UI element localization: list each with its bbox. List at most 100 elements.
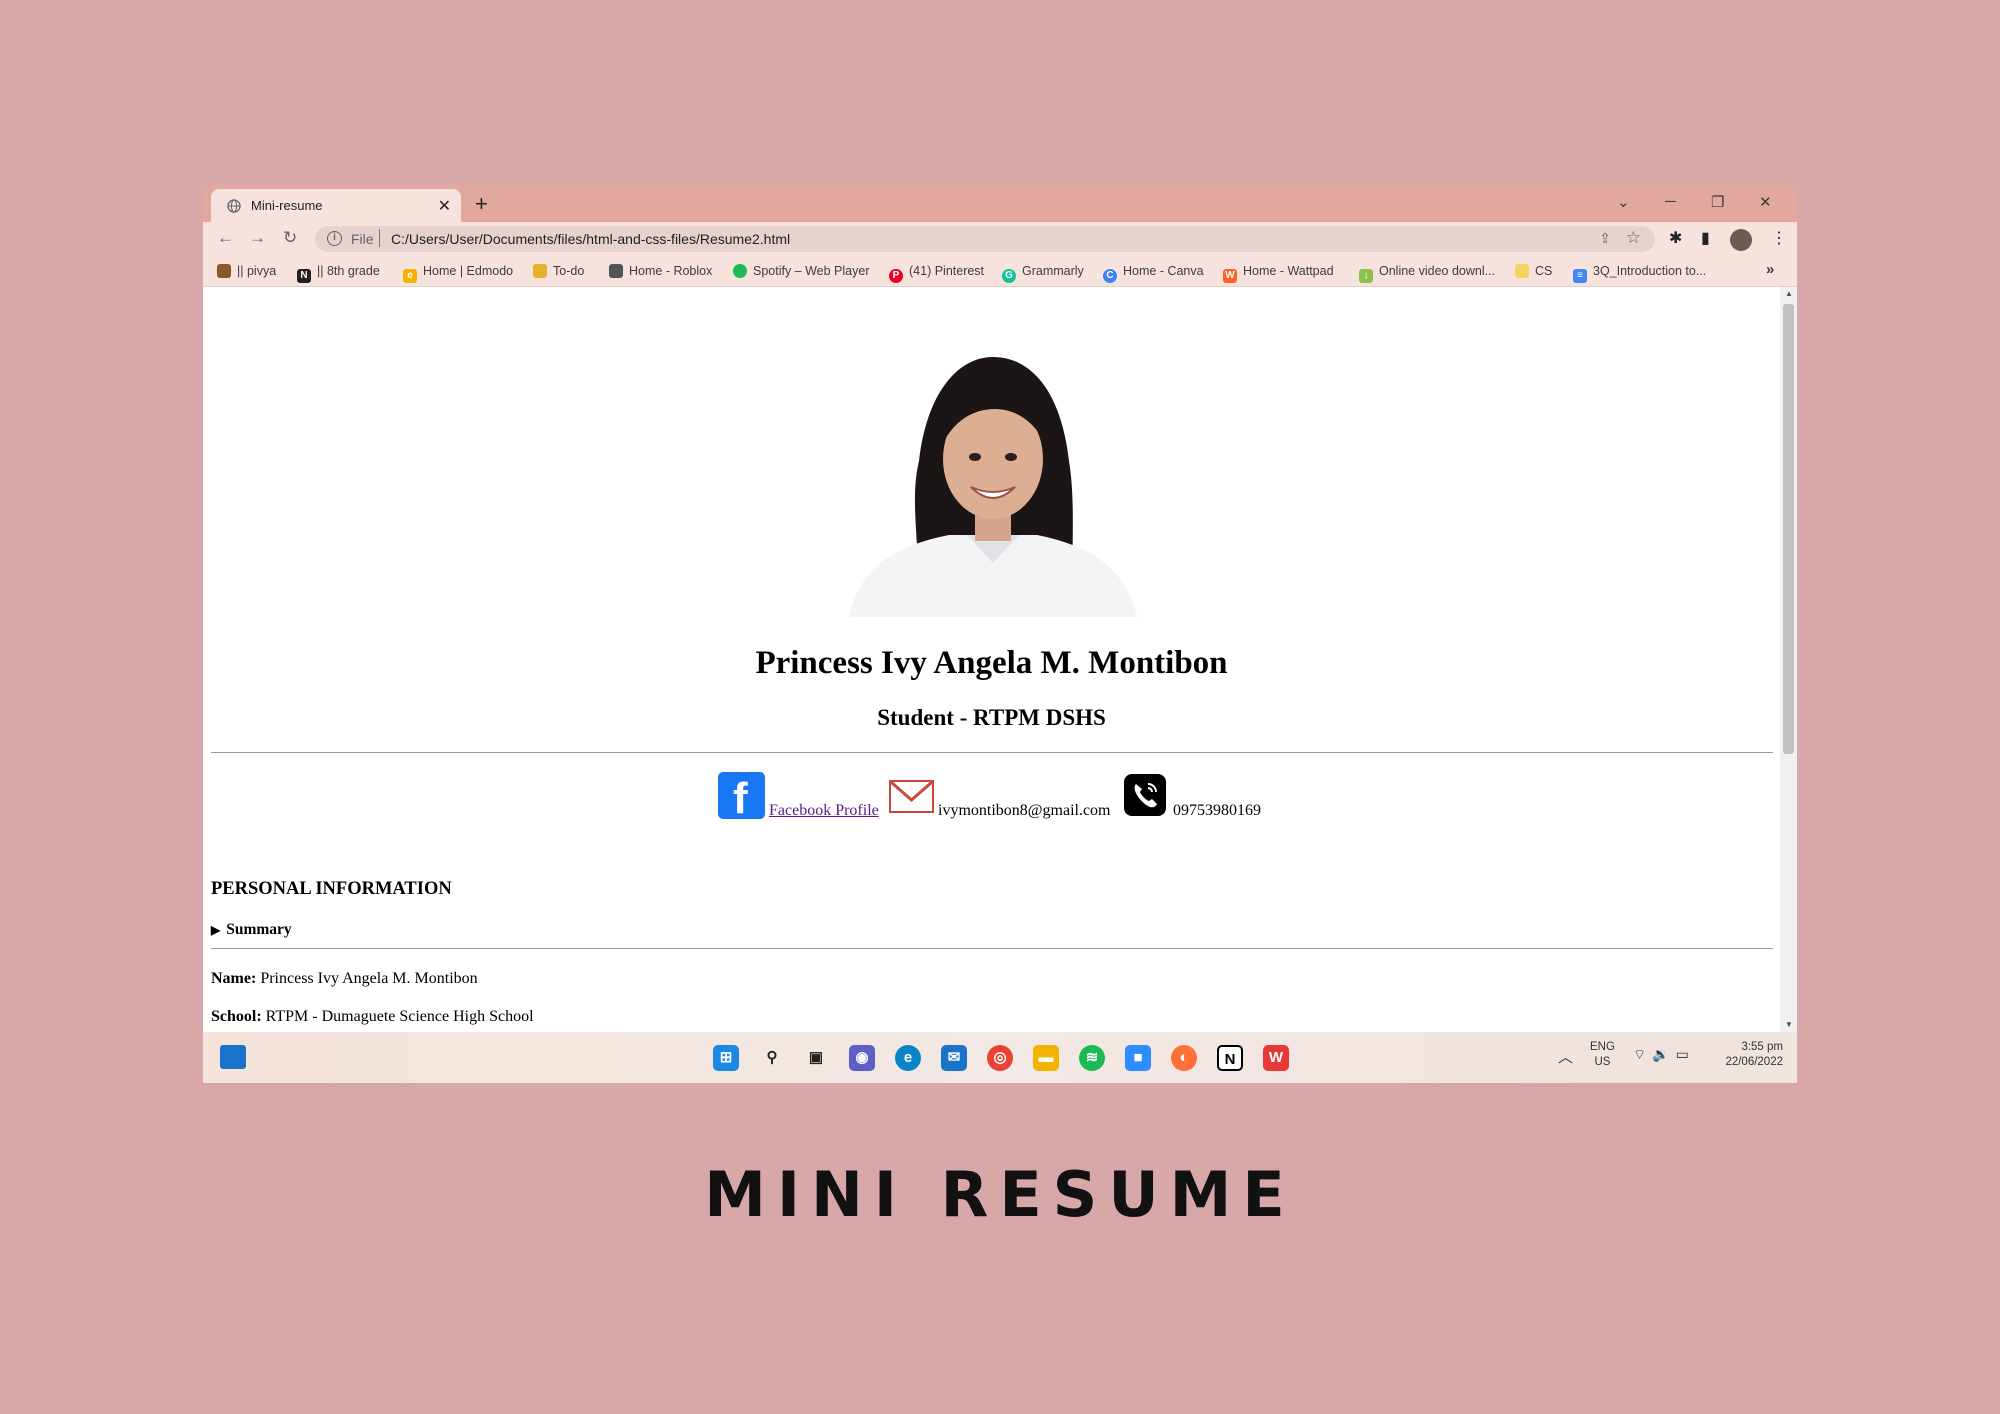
mail-icon [889, 780, 934, 813]
tray-overflow-icon[interactable]: ︿ [1558, 1046, 1573, 1067]
edge-icon[interactable]: e [895, 1045, 921, 1071]
spotify-app-icon[interactable]: ≋ [1079, 1045, 1105, 1071]
tab-mini-resume[interactable]: Mini-resume ✕ [211, 189, 461, 222]
page-viewport: Princess Ivy Angela M. Montibon Student … [203, 287, 1797, 1032]
info-icon[interactable]: i [327, 231, 342, 246]
reload-button[interactable]: ↻ [283, 228, 297, 248]
new-tab-button[interactable]: + [475, 191, 488, 217]
divider [211, 752, 1773, 753]
tab-strip: Mini-resume ✕ + ⌄ ─ ❐ ✕ [203, 185, 1797, 222]
grammarly-icon: G [1002, 269, 1016, 283]
resume-name: Princess Ivy Angela M. Montibon [755, 645, 1228, 681]
profile-photo [849, 357, 1137, 617]
taskbar: ⊞ ⚲ ▣ ◉ e ✉ ◎ ▬ ≋ ■ ◐ N W ︿ ENG US ⌔🔉▭ 3:… [203, 1032, 1797, 1083]
bookmark-label: Home | Edmodo [423, 264, 514, 278]
task-view-icon[interactable]: ▣ [803, 1045, 829, 1071]
field-value: RTPM - Dumaguete Science High School [265, 1008, 534, 1025]
tab-search-icon[interactable]: ⌄ [1617, 193, 1630, 211]
address-scheme: File [351, 231, 374, 247]
bookmark-item[interactable]: || pivya [217, 264, 276, 278]
bookmark-star-icon[interactable]: ☆ [1626, 228, 1641, 248]
summary-label: Summary [226, 921, 292, 938]
bookmark-item[interactable]: Home - Roblox [609, 264, 712, 278]
tab-close-icon[interactable]: ✕ [438, 196, 451, 216]
bookmark-label: (41) Pinterest [909, 264, 985, 278]
summary-toggle[interactable]: ▶ Summary [211, 921, 292, 939]
tab-title: Mini-resume [251, 198, 323, 213]
facebook-icon[interactable]: f [718, 772, 765, 823]
file-explorer-icon[interactable]: ▬ [1033, 1045, 1059, 1071]
share-icon[interactable]: ⇪ [1599, 230, 1611, 247]
side-panel-icon[interactable]: ▮ [1701, 228, 1710, 248]
bookmark-label: 3Q_Introduction to... [1593, 264, 1707, 278]
bookmark-item[interactable]: G Grammarly [1002, 264, 1084, 283]
lang-bottom: US [1594, 1056, 1611, 1068]
caption-title: MINI RESUME [704, 1158, 1296, 1231]
profile-avatar[interactable] [1730, 229, 1752, 251]
start-icon[interactable]: ⊞ [713, 1045, 739, 1071]
restore-button[interactable]: ❐ [1711, 193, 1724, 211]
todo-icon [533, 264, 547, 278]
bookmark-item[interactable]: To-do [533, 264, 584, 278]
chrome-icon[interactable]: ◎ [987, 1045, 1013, 1071]
mail-app-icon[interactable]: ✉ [941, 1045, 967, 1071]
forward-button[interactable]: → [249, 228, 266, 248]
bookmark-folder[interactable]: CS [1515, 264, 1552, 278]
bookmarks-overflow-icon[interactable]: » [1766, 261, 1774, 278]
lang-top: ENG [1590, 1041, 1615, 1053]
info-field-school: School: RTPM - Dumaguete Science High Sc… [211, 1008, 534, 1026]
field-label: Name: [211, 970, 257, 987]
resume-role: Student - RTPM DSHS [877, 705, 1106, 730]
tray-status-icons[interactable]: ⌔🔉▭ [1633, 1046, 1695, 1064]
widgets-icon[interactable] [220, 1045, 246, 1069]
bookmark-item[interactable]: Spotify – Web Player [733, 264, 870, 278]
address-bar[interactable]: i File C:/Users/User/Documents/files/htm… [315, 226, 1655, 252]
scroll-down-icon[interactable]: ▼ [1785, 1020, 1793, 1029]
bookmark-item[interactable]: e Home | Edmodo [403, 264, 513, 283]
phone-text: 09753980169 [1173, 802, 1261, 819]
field-value: Princess Ivy Angela M. Montibon [260, 970, 478, 987]
folder-icon [1515, 264, 1529, 278]
bookmark-item[interactable]: ≡ 3Q_Introduction to... [1573, 264, 1706, 283]
bookmark-label: || 8th grade [317, 264, 380, 278]
wps-icon[interactable]: W [1263, 1045, 1289, 1071]
back-button[interactable]: ← [217, 228, 234, 248]
bookmark-item[interactable]: C Home - Canva [1103, 264, 1204, 283]
clock-time: 3:55 pm [1741, 1041, 1783, 1053]
bookmark-label: Home - Wattpad [1243, 264, 1334, 278]
page-scrollbar[interactable]: ▲ ▼ [1780, 287, 1797, 1032]
clock[interactable]: 3:55 pm 22/06/2022 [1713, 1040, 1783, 1070]
address-separator [379, 229, 380, 247]
bookmark-label: Home - Roblox [629, 264, 713, 278]
bookmark-label: Online video downl... [1379, 264, 1496, 278]
edmodo-icon: e [403, 269, 417, 283]
scrollbar-thumb[interactable] [1783, 304, 1794, 754]
language-indicator[interactable]: ENG US [1590, 1040, 1615, 1070]
facebook-profile-link[interactable]: Facebook Profile [769, 802, 879, 820]
bookmark-item[interactable]: P (41) Pinterest [889, 264, 984, 283]
chat-icon[interactable]: ◉ [849, 1045, 875, 1071]
notion-app-icon[interactable]: N [1217, 1045, 1243, 1071]
notion-icon: N [297, 269, 311, 283]
bookmark-label: || pivya [237, 264, 277, 278]
firefox-icon[interactable]: ◐ [1171, 1045, 1197, 1071]
phone-icon [1124, 774, 1166, 816]
bookmark-item[interactable]: W Home - Wattpad [1223, 264, 1334, 283]
section-title: PERSONAL INFORMATION [211, 879, 452, 899]
address-url[interactable]: C:/Users/User/Documents/files/html-and-c… [391, 231, 790, 247]
info-field-name: Name: Princess Ivy Angela M. Montibon [211, 970, 478, 988]
bookmark-item[interactable]: N || 8th grade [297, 264, 380, 283]
close-window-button[interactable]: ✕ [1759, 193, 1772, 211]
search-icon[interactable]: ⚲ [759, 1045, 785, 1071]
minimize-button[interactable]: ─ [1665, 193, 1676, 210]
triangle-right-icon: ▶ [211, 923, 221, 937]
menu-icon[interactable]: ⋮ [1771, 228, 1787, 248]
docs-icon: ≡ [1573, 269, 1587, 283]
extensions-icon[interactable]: ✱ [1669, 228, 1682, 248]
bookmark-label: Spotify – Web Player [753, 264, 870, 278]
scroll-up-icon[interactable]: ▲ [1785, 289, 1793, 298]
bookmark-item[interactable]: ↓ Online video downl... [1359, 264, 1495, 283]
email-text: ivymontibon8@gmail.com [938, 802, 1111, 819]
zoom-icon[interactable]: ■ [1125, 1045, 1151, 1071]
bookmark-label: To-do [553, 264, 585, 278]
